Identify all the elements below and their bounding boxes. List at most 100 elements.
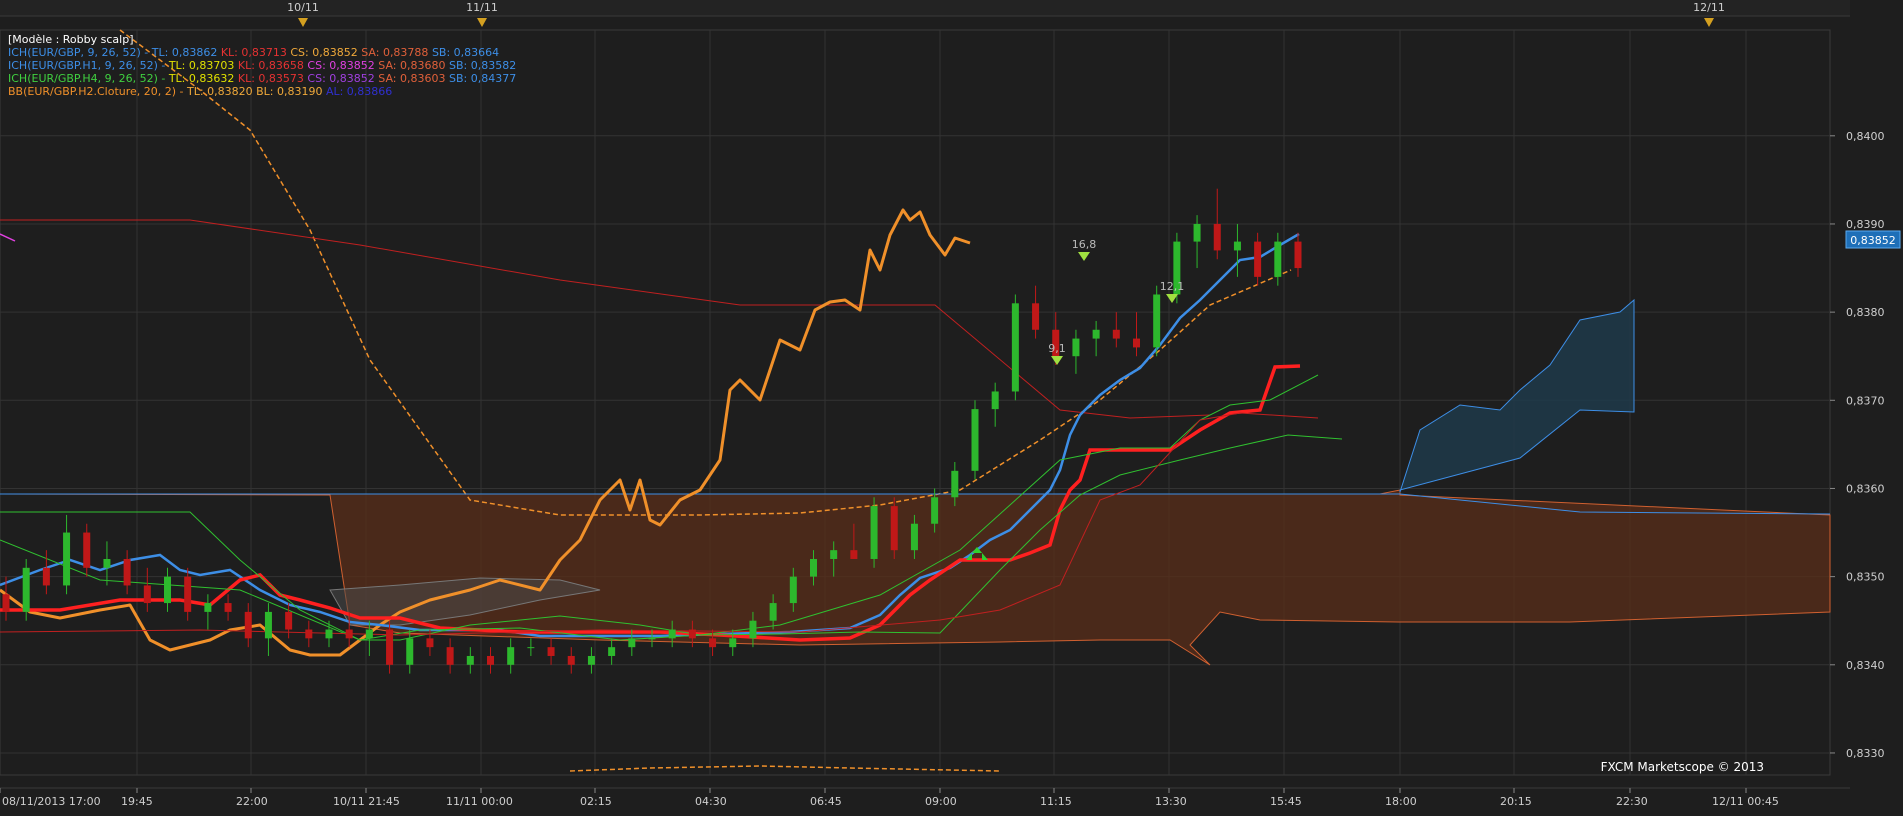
legend-value: KL: 0,83713 bbox=[221, 46, 291, 59]
x-tick-label: 11/11 00:00 bbox=[446, 795, 513, 808]
y-tick-label: 0,8340 bbox=[1846, 659, 1885, 672]
candle-body bbox=[1274, 241, 1282, 277]
candle-body bbox=[709, 638, 717, 648]
legend-value: SB: 0,83664 bbox=[432, 46, 499, 59]
x-tick-label: 13:30 bbox=[1155, 795, 1187, 808]
candle-body bbox=[688, 629, 696, 639]
signal-label: 16,8 bbox=[1072, 238, 1097, 251]
candle-body bbox=[184, 576, 192, 612]
candle-body bbox=[648, 638, 656, 640]
candle-body bbox=[365, 629, 373, 639]
candle-body bbox=[991, 391, 999, 410]
candle-body bbox=[103, 558, 111, 568]
legend-series-name: ICH(EUR/GBP.H4, 9, 26, 52) - bbox=[8, 72, 169, 85]
candle-body bbox=[123, 558, 131, 586]
candle-body bbox=[547, 647, 555, 656]
candle-body bbox=[749, 620, 757, 639]
x-tick-label: 19:45 bbox=[121, 795, 153, 808]
candle-body bbox=[527, 647, 535, 649]
x-tick-label: 06:45 bbox=[810, 795, 842, 808]
legend-value: SA: 0,83603 bbox=[378, 72, 449, 85]
x-tick-label: 09:00 bbox=[925, 795, 957, 808]
candle-body bbox=[22, 567, 30, 612]
top-date-label: 12/11 bbox=[1693, 1, 1725, 14]
candle-body bbox=[971, 409, 979, 471]
y-tick-label: 0,8390 bbox=[1846, 218, 1885, 231]
candle-body bbox=[587, 655, 595, 665]
candle-body bbox=[1254, 241, 1262, 277]
legend-row: ICH(EUR/GBP.H1, 9, 26, 52) - TL: 0,83703… bbox=[8, 59, 516, 72]
y-tick-label: 0,8400 bbox=[1846, 130, 1885, 143]
signal-label: 12,1 bbox=[1160, 280, 1185, 293]
legend-value: CS: 0,83852 bbox=[290, 46, 361, 59]
legend-value: TL: 0,83820 bbox=[186, 85, 256, 98]
candle-body bbox=[325, 629, 333, 639]
x-tick-label: 15:45 bbox=[1270, 795, 1302, 808]
candle-body bbox=[628, 638, 636, 648]
candle-body bbox=[668, 629, 676, 639]
candle-body bbox=[143, 585, 151, 604]
candle-body bbox=[850, 550, 858, 559]
legend-series-name: ICH(EUR/GBP, 9, 26, 52) - bbox=[8, 46, 152, 59]
candle-body bbox=[426, 638, 434, 648]
candle-body bbox=[951, 470, 959, 498]
candle-body bbox=[830, 550, 838, 559]
candle-body bbox=[890, 506, 898, 551]
x-tick-label: 12/11 00:45 bbox=[1712, 795, 1779, 808]
x-tick-label: 11:15 bbox=[1040, 795, 1072, 808]
candle-body bbox=[83, 532, 91, 568]
legend-row: BB(EUR/GBP.H2.Cloture, 20, 2) - TL: 0,83… bbox=[8, 85, 392, 98]
legend-value: CS: 0,83852 bbox=[307, 72, 378, 85]
chart-title: [Modèle : Robby scalp] bbox=[8, 33, 134, 46]
top-date-strip bbox=[0, 0, 1850, 16]
candle-body bbox=[1294, 241, 1302, 269]
x-tick-label: 08/11/2013 17:00 bbox=[2, 795, 101, 808]
candle-body bbox=[345, 629, 353, 639]
legend-row: ICH(EUR/GBP, 9, 26, 52) - TL: 0,83862 KL… bbox=[8, 46, 499, 59]
candle-body bbox=[1011, 303, 1019, 392]
candle-body bbox=[1153, 294, 1161, 348]
legend-value: BL: 0,83190 bbox=[256, 85, 326, 98]
top-date-label: 10/11 bbox=[287, 1, 319, 14]
legend-value: KL: 0,83573 bbox=[238, 72, 308, 85]
x-tick-label: 02:15 bbox=[580, 795, 612, 808]
legend-value: SB: 0,84377 bbox=[449, 72, 516, 85]
candle-body bbox=[870, 506, 878, 559]
y-tick-label: 0,8380 bbox=[1846, 306, 1885, 319]
legend-value: TL: 0,83862 bbox=[151, 46, 221, 59]
candle-body bbox=[1233, 241, 1241, 251]
chart-svg[interactable]: 10/11 11/11 12/11 9,1 16,8 12,1 [Modèle : Ro… bbox=[0, 0, 1903, 812]
candle-body bbox=[608, 647, 616, 656]
legend-value: SA: 0,83788 bbox=[361, 46, 432, 59]
candle-body bbox=[1193, 223, 1201, 242]
x-tick-label: 20:15 bbox=[1500, 795, 1532, 808]
legend-value: AL: 0,83866 bbox=[326, 85, 392, 98]
x-tick-label: 18:00 bbox=[1385, 795, 1417, 808]
candle-body bbox=[264, 611, 272, 639]
current-price-flag: 0,83852 bbox=[1845, 230, 1901, 249]
candle-body bbox=[789, 576, 797, 604]
legend-value: TL: 0,83703 bbox=[168, 59, 238, 72]
legend-value: KL: 0,83658 bbox=[238, 59, 308, 72]
candle-body bbox=[2, 594, 10, 612]
chart[interactable]: 10/11 11/11 12/11 9,1 16,8 12,1 [Modèle : Ro… bbox=[0, 0, 1903, 812]
candle-body bbox=[507, 647, 515, 665]
candle-body bbox=[1133, 338, 1140, 348]
candle-body bbox=[305, 629, 313, 639]
candle-body bbox=[386, 629, 394, 665]
candle-body bbox=[466, 655, 474, 665]
candle-body bbox=[1072, 338, 1080, 357]
candle-body bbox=[1092, 329, 1100, 339]
legend-row: ICH(EUR/GBP.H4, 9, 26, 52) - TL: 0,83632… bbox=[8, 72, 516, 85]
candle-body bbox=[769, 603, 777, 621]
candle-body bbox=[446, 647, 454, 665]
legend-value: TL: 0,83632 bbox=[168, 72, 238, 85]
y-tick-label: 0,8330 bbox=[1846, 747, 1885, 760]
candle-body bbox=[1213, 223, 1221, 251]
candle-body bbox=[487, 655, 494, 665]
candle-body bbox=[810, 558, 817, 577]
candle-body bbox=[164, 576, 171, 604]
candle-body bbox=[224, 603, 232, 612]
x-tick-label: 22:30 bbox=[1616, 795, 1648, 808]
x-tick-label: 22:00 bbox=[236, 795, 268, 808]
